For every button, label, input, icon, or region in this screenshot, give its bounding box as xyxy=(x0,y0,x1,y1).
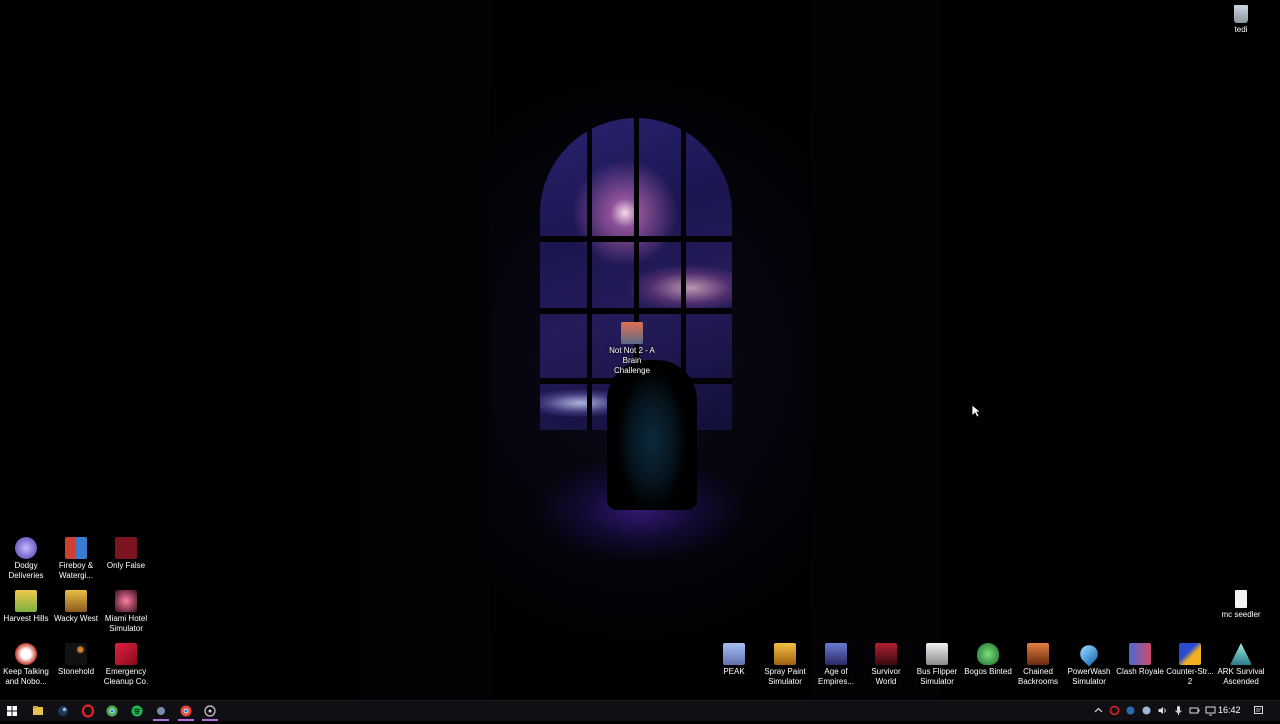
bogos-binted-icon xyxy=(977,643,999,665)
desktop-icon-dodgy-deliveries[interactable]: Dodgy Deliveries xyxy=(0,537,52,581)
desktop-icon-label: mc seedler xyxy=(1221,610,1261,619)
network-tray-icon[interactable] xyxy=(1125,705,1136,716)
steam-icon[interactable] xyxy=(55,703,71,719)
desktop-icon-wacky-west[interactable]: Wacky West xyxy=(50,590,102,624)
dodgy-deliveries-icon xyxy=(15,537,37,559)
microphone-icon[interactable] xyxy=(1173,705,1184,716)
desktop-icon-clash-royale[interactable]: Clash Royale xyxy=(1114,643,1166,677)
desktop-icon-mc-seedler[interactable]: mc seedler xyxy=(1215,590,1267,620)
desktop-icon-label: PowerWash Simulator xyxy=(1067,667,1111,686)
desktop-icon-stonehold[interactable]: Stonehold xyxy=(50,643,102,677)
desktop-icon-keep-talking[interactable]: Keep Talking and Nobo... xyxy=(0,643,52,687)
obs-icon[interactable] xyxy=(202,703,218,721)
opera-icon[interactable] xyxy=(80,703,96,719)
desktop-icon-label: Bogos Binted xyxy=(964,667,1012,676)
recycle-bin-icon xyxy=(1234,5,1248,23)
text-file-icon xyxy=(1235,590,1247,608)
desktop-icon-bogos-binted[interactable]: Bogos Binted xyxy=(962,643,1014,677)
desktop-icon-emergency-cleanup[interactable]: Emergency Cleanup Co. xyxy=(100,643,152,687)
desktop-icon-label: tedi xyxy=(1234,25,1248,34)
desktop-icon-label: Spray Paint Simulator xyxy=(764,667,806,686)
app-icon[interactable] xyxy=(153,703,169,721)
age-of-empires-icon xyxy=(825,643,847,665)
desktop-icon-label: Chained Backrooms xyxy=(1017,667,1058,686)
chained-backrooms-icon xyxy=(1027,643,1049,665)
chrome-profile-icon[interactable] xyxy=(178,703,194,721)
volume-icon[interactable] xyxy=(1157,705,1168,716)
clash-royale-icon xyxy=(1129,643,1151,665)
desktop-icon-label: Not Not 2 - A Brain Challenge xyxy=(609,346,655,375)
taskbar-clock[interactable]: 16:42 xyxy=(1218,704,1241,717)
wacky-west-icon xyxy=(65,590,87,612)
ark-icon xyxy=(1230,643,1252,665)
wallpaper-wall-right xyxy=(810,0,940,700)
desktop-icon-spray-paint[interactable]: Spray Paint Simulator xyxy=(759,643,811,687)
file-explorer-icon[interactable] xyxy=(30,703,46,719)
desktop-icon-only-false[interactable]: Only False xyxy=(100,537,152,571)
desktop-icon-fireboy-watergirl[interactable]: Fireboy & Watergi... xyxy=(50,537,102,581)
harvest-hills-icon xyxy=(15,590,37,612)
desktop-icon-label: Fireboy & Watergi... xyxy=(58,561,94,580)
desktop-icon-label: PEAK xyxy=(723,667,745,676)
chevron-up-icon[interactable] xyxy=(1093,705,1104,716)
desktop-icon-label: Harvest Hills xyxy=(3,614,49,623)
fireboy-watergirl-icon xyxy=(65,537,87,559)
display-icon[interactable] xyxy=(1205,705,1216,716)
bus-flipper-icon xyxy=(926,643,948,665)
steam-tray-icon[interactable] xyxy=(1141,705,1152,716)
opera-tray-icon[interactable] xyxy=(1109,705,1120,716)
desktop-icon-label: Counter-Str... 2 xyxy=(1166,667,1214,686)
desktop-icon-not-not-2[interactable]: Not Not 2 - A Brain Challenge xyxy=(606,322,658,376)
miami-hotel-icon xyxy=(115,590,137,612)
chrome-icon[interactable] xyxy=(104,703,120,719)
mouse-cursor-icon xyxy=(971,404,981,418)
powerwash-icon xyxy=(1076,641,1102,667)
desktop-icon-powerwash[interactable]: PowerWash Simulator xyxy=(1063,641,1115,687)
desktop-icon-label: Clash Royale xyxy=(1116,667,1164,676)
peak-icon xyxy=(723,643,745,665)
desktop-icon-tedi[interactable]: tedi xyxy=(1215,5,1267,35)
desktop-icon-label: Keep Talking and Nobo... xyxy=(3,667,49,686)
desktop-icon-miami-hotel[interactable]: Miami Hotel Simulator xyxy=(100,590,152,634)
desktop-icon-label: Stonehold xyxy=(57,667,95,676)
spotify-icon[interactable] xyxy=(129,703,145,719)
desktop-icon-label: Emergency Cleanup Co. xyxy=(103,667,149,686)
desktop-icon-peak[interactable]: PEAK xyxy=(708,643,760,677)
desktop-icon-label: Bus Flipper Simulator xyxy=(916,667,958,686)
desktop-icon-label: Survivor World xyxy=(871,667,901,686)
desktop-icon-harvest-hills[interactable]: Harvest Hills xyxy=(0,590,52,624)
spray-paint-icon xyxy=(774,643,796,665)
desktop-icon-ark[interactable]: ARK Survival Ascended xyxy=(1215,643,1267,687)
wallpaper-cat-silhouette xyxy=(607,360,697,510)
desktop[interactable]: tedi Not Not 2 - A Brain Challenge Dodgy… xyxy=(0,0,1280,700)
notnot2-icon xyxy=(621,322,643,344)
desktop-icon-label: ARK Survival Ascended xyxy=(1217,667,1265,686)
battery-icon[interactable] xyxy=(1189,705,1200,716)
keep-talking-icon xyxy=(15,643,37,665)
desktop-icon-counter-strike-2[interactable]: Counter-Str... 2 xyxy=(1164,643,1216,687)
desktop-icon-age-of-empires[interactable]: Age of Empires... xyxy=(810,643,862,687)
desktop-icon-label: Wacky West xyxy=(53,614,98,623)
taskbar: 16:42 xyxy=(0,700,1280,721)
desktop-icon-label: Age of Empires... xyxy=(817,667,854,686)
emergency-cleanup-icon xyxy=(115,643,137,665)
notification-icon[interactable] xyxy=(1253,705,1264,716)
desktop-icon-label: Only False xyxy=(106,561,146,570)
survivor-world-icon xyxy=(875,643,897,665)
wallpaper-wall-left xyxy=(360,0,490,700)
windows-start-icon[interactable] xyxy=(4,703,20,719)
desktop-icon-label: Dodgy Deliveries xyxy=(8,561,44,580)
desktop-icon-bus-flipper[interactable]: Bus Flipper Simulator xyxy=(911,643,963,687)
only-false-icon xyxy=(115,537,137,559)
counter-strike-icon xyxy=(1179,643,1201,665)
stonehold-icon xyxy=(65,643,87,665)
desktop-icon-survivor-world[interactable]: Survivor World xyxy=(860,643,912,687)
desktop-icon-chained-backrooms[interactable]: Chained Backrooms xyxy=(1012,643,1064,687)
desktop-icon-label: Miami Hotel Simulator xyxy=(104,614,148,633)
